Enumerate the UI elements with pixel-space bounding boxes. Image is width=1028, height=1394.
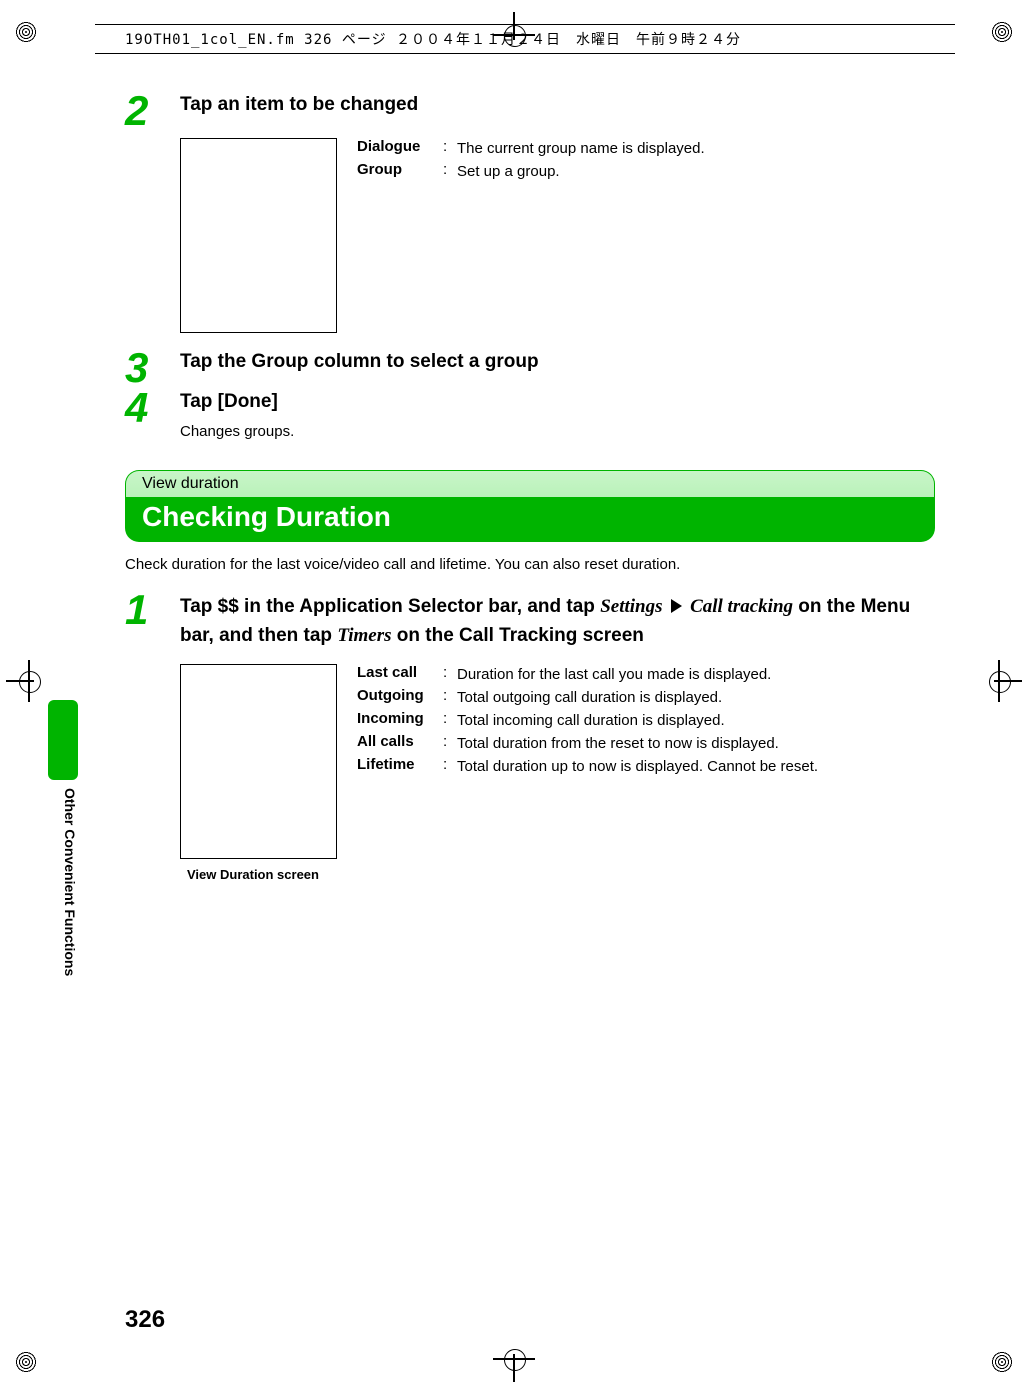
- definition-desc: Total incoming call duration is displaye…: [457, 710, 818, 731]
- instr-text: on the Call Tracking screen: [392, 625, 644, 646]
- crop-mark-icon: [984, 1344, 1020, 1380]
- step-3: 3 Tap the Group column to select a group: [125, 351, 935, 389]
- section-description: Check duration for the last voice/video …: [125, 556, 935, 573]
- crop-mark-icon: [16, 666, 46, 696]
- side-tab-marker: [48, 700, 78, 780]
- crop-mark-icon: [984, 14, 1020, 50]
- step-title: Tap the Group column to select a group: [180, 351, 935, 373]
- definition-row: Last call : Duration for the last call y…: [357, 664, 818, 685]
- content-area: 2 Tap an item to be changed Dialogue : T…: [125, 90, 935, 882]
- crop-mark-icon: [499, 1342, 529, 1372]
- colon: :: [443, 733, 457, 754]
- crop-mark-icon: [8, 1344, 44, 1380]
- side-chapter-label: Other Convenient Functions: [48, 788, 78, 1048]
- definition-term: All calls: [357, 733, 443, 754]
- screenshot-placeholder: [180, 664, 337, 859]
- page-number: 326: [125, 1306, 165, 1334]
- crop-mark-icon: [982, 666, 1012, 696]
- instr-em: Timers: [337, 625, 391, 646]
- definition-term: Incoming: [357, 710, 443, 731]
- definition-term: Outgoing: [357, 687, 443, 708]
- colon: :: [443, 710, 457, 731]
- section-eyebrow: View duration: [125, 470, 935, 497]
- section-banner: View duration Checking Duration: [125, 470, 935, 542]
- screenshot-caption: View Duration screen: [125, 867, 935, 882]
- step-1-duration: 1 Tap $$ in the Application Selector bar…: [125, 593, 935, 650]
- colon: :: [443, 664, 457, 685]
- definition-desc: Total outgoing call duration is displaye…: [457, 687, 818, 708]
- screenshot-placeholder: [180, 138, 337, 333]
- definition-desc: The current group name is displayed.: [457, 138, 705, 159]
- definition-term: Last call: [357, 664, 443, 685]
- step-number: 1: [125, 589, 180, 631]
- colon: :: [443, 138, 457, 159]
- definition-desc: Total duration from the reset to now is …: [457, 733, 818, 754]
- definition-desc: Total duration up to now is displayed. C…: [457, 756, 818, 777]
- step-title: Tap an item to be changed: [180, 94, 935, 116]
- crop-mark-icon: [8, 14, 44, 50]
- step-number: 4: [125, 387, 180, 429]
- definition-row: Lifetime : Total duration up to now is d…: [357, 756, 818, 777]
- step-title: Tap [Done]: [180, 391, 935, 413]
- instr-em: Call tracking: [690, 596, 793, 617]
- step-number: 3: [125, 347, 180, 389]
- definition-list: Dialogue : The current group name is dis…: [357, 138, 705, 333]
- definition-row: Outgoing : Total outgoing call duration …: [357, 687, 818, 708]
- instr-em: Settings: [600, 596, 662, 617]
- definition-desc: Duration for the last call you made is d…: [457, 664, 818, 685]
- colon: :: [443, 687, 457, 708]
- instr-text: Tap $$ in the Application Selector bar, …: [180, 596, 600, 617]
- colon: :: [443, 161, 457, 182]
- section-title: Checking Duration: [125, 497, 935, 542]
- definition-row: All calls : Total duration from the rese…: [357, 733, 818, 754]
- step-4: 4 Tap [Done] Changes groups.: [125, 391, 935, 440]
- definition-list: Last call : Duration for the last call y…: [357, 664, 818, 859]
- triangle-icon: [671, 599, 682, 613]
- definition-desc: Set up a group.: [457, 161, 705, 182]
- definition-term: Dialogue: [357, 138, 443, 159]
- step-2-figure-row: Dialogue : The current group name is dis…: [125, 138, 935, 333]
- colon: :: [443, 756, 457, 777]
- definition-term: Group: [357, 161, 443, 182]
- step-instruction: Tap $$ in the Application Selector bar, …: [180, 593, 935, 650]
- definition-row: Dialogue : The current group name is dis…: [357, 138, 705, 159]
- step-1-figure-row: Last call : Duration for the last call y…: [125, 664, 935, 859]
- print-metadata-header: 19OTH01_1col_EN.fm 326 ページ ２００４年１１月２４日 水…: [95, 24, 955, 54]
- step-2: 2 Tap an item to be changed: [125, 94, 935, 132]
- page: 19OTH01_1col_EN.fm 326 ページ ２００４年１１月２４日 水…: [0, 0, 1028, 1394]
- definition-row: Incoming : Total incoming call duration …: [357, 710, 818, 731]
- definition-row: Group : Set up a group.: [357, 161, 705, 182]
- step-subtext: Changes groups.: [180, 423, 935, 440]
- step-number: 2: [125, 90, 180, 132]
- definition-term: Lifetime: [357, 756, 443, 777]
